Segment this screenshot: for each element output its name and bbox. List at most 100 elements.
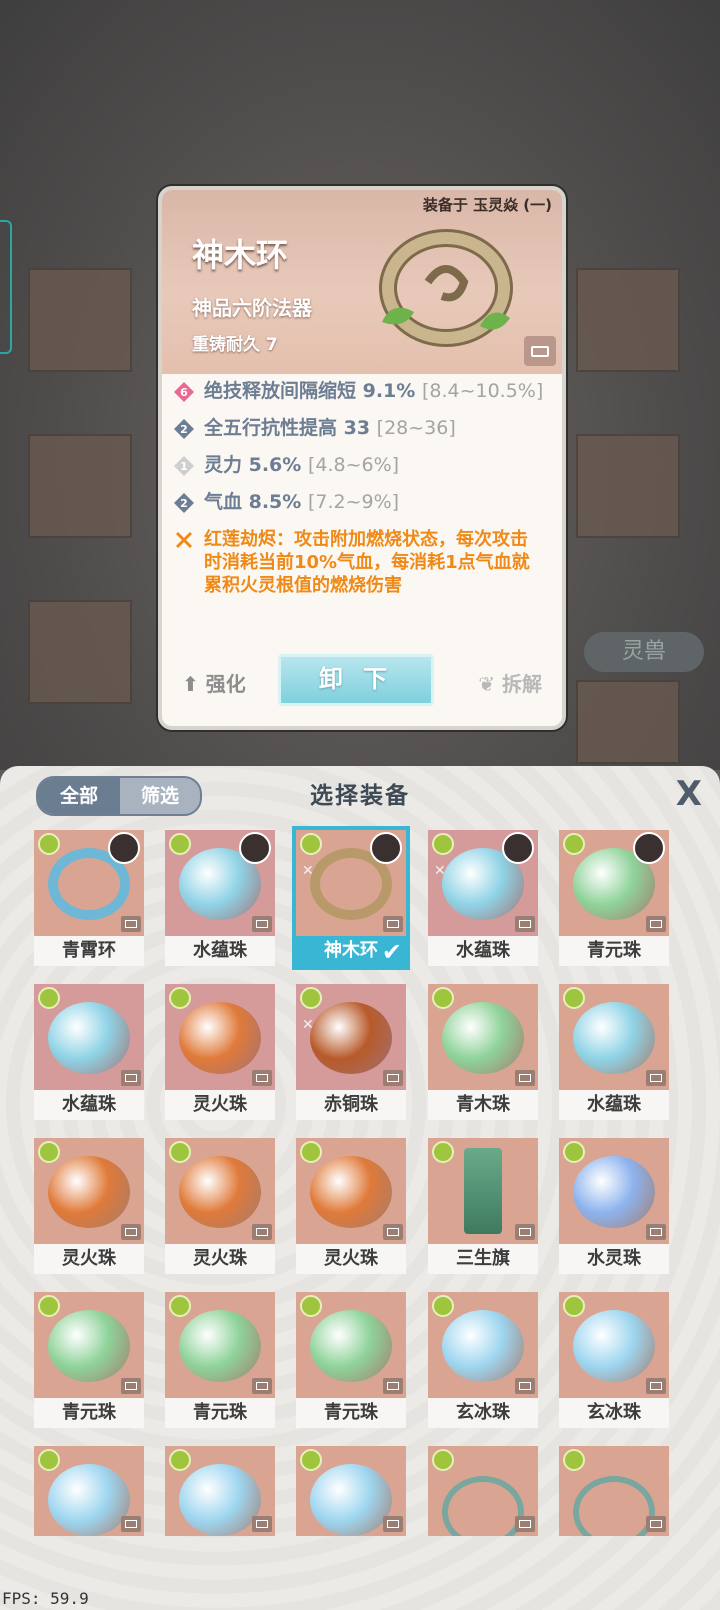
chest-icon xyxy=(515,1070,535,1086)
equipment-art xyxy=(34,1138,144,1244)
equipment-art xyxy=(559,1138,669,1244)
tier-ring-icon xyxy=(38,1449,60,1471)
up-arrow-icon: ⬆ xyxy=(182,672,199,696)
chest-icon xyxy=(515,1224,535,1240)
effect-text: 红莲劫烬：攻击附加燃烧状态，每次攻击时消耗当前10%气血，每消耗1点气血就累积火… xyxy=(204,529,530,596)
equipment-tile[interactable]: 灵火珠 xyxy=(296,1138,406,1274)
chest-icon xyxy=(383,1516,403,1532)
dismantle-label: 拆解 xyxy=(502,672,542,696)
tier-ring-icon xyxy=(169,987,191,1009)
chest-icon xyxy=(515,916,535,932)
unequip-button[interactable]: 卸 下 xyxy=(278,654,434,706)
equipment-tile[interactable]: 玄冰珠 xyxy=(559,1292,669,1428)
equipment-art xyxy=(165,1138,275,1244)
stat-row: 1 灵力 5.6% [4.8~6%] xyxy=(174,454,544,477)
equipment-tile[interactable] xyxy=(428,1446,538,1536)
tier-ring-icon xyxy=(169,1295,191,1317)
stat-row: 6 绝技释放间隔缩短 9.1% [8.4~10.5%] xyxy=(174,380,544,403)
equipment-tile[interactable]: 玄冰珠 xyxy=(428,1292,538,1428)
equipment-tile[interactable]: 青元珠 xyxy=(34,1292,144,1428)
owner-avatar xyxy=(239,832,271,864)
bg-slot xyxy=(576,680,680,764)
equipment-name: 水蕴珠 xyxy=(165,936,275,966)
bg-slot xyxy=(576,434,680,538)
equipment-art xyxy=(34,984,144,1090)
equipment-art xyxy=(428,1292,538,1398)
equipment-tile[interactable]: 青元珠 xyxy=(296,1292,406,1428)
pearl-green-icon xyxy=(310,1310,392,1382)
equipment-tile[interactable]: ✕ 赤铜珠 xyxy=(296,984,406,1120)
chest-icon xyxy=(121,916,141,932)
equipment-name: 玄冰珠 xyxy=(428,1398,538,1428)
equipment-tile[interactable] xyxy=(559,1446,669,1536)
stat-text: 全五行抗性提高 33 xyxy=(204,417,377,439)
stat-range: [7.2~9%] xyxy=(307,491,400,513)
dismantle-button[interactable]: ❦ 拆解 xyxy=(478,668,542,697)
owner-avatar xyxy=(370,832,402,864)
tier-ring-icon xyxy=(563,833,585,855)
stat-list: 6 绝技释放间隔缩短 9.1% [8.4~10.5%] 2 全五行抗性提高 33… xyxy=(174,380,544,611)
equipment-tile[interactable]: 水蕴珠 xyxy=(165,830,275,966)
equipment-art xyxy=(34,830,144,936)
svg-text:2: 2 xyxy=(180,423,188,436)
pearl-fire-icon xyxy=(179,1156,261,1228)
equipment-art: ✕ xyxy=(296,830,406,936)
equipment-name: 玄冰珠 xyxy=(559,1398,669,1428)
equipment-tile[interactable]: 水蕴珠 xyxy=(559,984,669,1120)
vine-icon xyxy=(442,1476,524,1536)
spirit-beast-button[interactable]: 灵兽 xyxy=(584,632,704,672)
equipment-tile[interactable] xyxy=(165,1446,275,1536)
pearl-purple-icon xyxy=(573,1156,655,1228)
equipment-name: 灵火珠 xyxy=(165,1090,275,1120)
equipment-tile[interactable]: 灵火珠 xyxy=(34,1138,144,1274)
equipment-tile[interactable]: 青霄环 xyxy=(34,830,144,966)
equipment-tile[interactable] xyxy=(34,1446,144,1536)
equipment-tile[interactable]: 青元珠 xyxy=(559,830,669,966)
equipment-tile[interactable]: 灵火珠 xyxy=(165,984,275,1120)
mark-icon: ✕ xyxy=(302,1017,314,1033)
equipment-tile[interactable]: ✕ 神木环 ✔ xyxy=(292,826,410,970)
tier-ring-icon xyxy=(300,1295,322,1317)
equipment-name: 青元珠 xyxy=(165,1398,275,1428)
equipment-tile[interactable]: 青木珠 xyxy=(428,984,538,1120)
equipment-tile[interactable] xyxy=(296,1446,406,1536)
equipment-tile[interactable]: 水灵珠 xyxy=(559,1138,669,1274)
equipment-art xyxy=(559,1446,669,1536)
stat-row: 2 气血 8.5% [7.2~9%] xyxy=(174,491,544,514)
pearl-copper-icon xyxy=(310,1002,392,1074)
equipment-art xyxy=(296,1446,406,1536)
close-icon[interactable]: X xyxy=(676,774,702,814)
chest-icon xyxy=(121,1070,141,1086)
equipment-tile[interactable]: 青元珠 xyxy=(165,1292,275,1428)
tier-ring-icon xyxy=(169,1141,191,1163)
side-tab[interactable] xyxy=(0,220,12,354)
chest-icon xyxy=(383,916,403,932)
banner-icon xyxy=(464,1148,502,1234)
tier-ring-icon xyxy=(300,1449,322,1471)
chest-icon xyxy=(252,1070,272,1086)
equipment-name: 青元珠 xyxy=(34,1398,144,1428)
chest-icon xyxy=(383,1378,403,1394)
chest-icon xyxy=(646,916,666,932)
equipment-tile[interactable]: 三生旗 xyxy=(428,1138,538,1274)
equipment-tile[interactable]: ✕ 水蕴珠 xyxy=(428,830,538,966)
chest-icon xyxy=(383,1070,403,1086)
equipment-tile[interactable]: 水蕴珠 xyxy=(34,984,144,1120)
equipment-name: 灵火珠 xyxy=(296,1244,406,1274)
tier-ring-icon xyxy=(300,987,322,1009)
enhance-button[interactable]: ⬆ 强化 xyxy=(182,668,246,697)
equipment-art: ✕ xyxy=(428,830,538,936)
chest-icon xyxy=(515,1516,535,1532)
equipment-name: 灵火珠 xyxy=(34,1244,144,1274)
pearl-green-icon xyxy=(442,1002,524,1074)
equipment-tile[interactable]: 灵火珠 xyxy=(165,1138,275,1274)
tier-ring-icon xyxy=(38,1141,60,1163)
chest-icon[interactable] xyxy=(524,336,556,366)
equipment-name: 灵火珠 xyxy=(165,1244,275,1274)
equipment-name: 赤铜珠 xyxy=(296,1090,406,1120)
dismantle-icon: ❦ xyxy=(478,672,496,696)
equipped-on-label: 装备于 玉灵焱 (一) xyxy=(422,196,552,214)
equipment-art xyxy=(34,1292,144,1398)
mark-icon: ✕ xyxy=(434,863,446,879)
equipment-art xyxy=(559,1292,669,1398)
